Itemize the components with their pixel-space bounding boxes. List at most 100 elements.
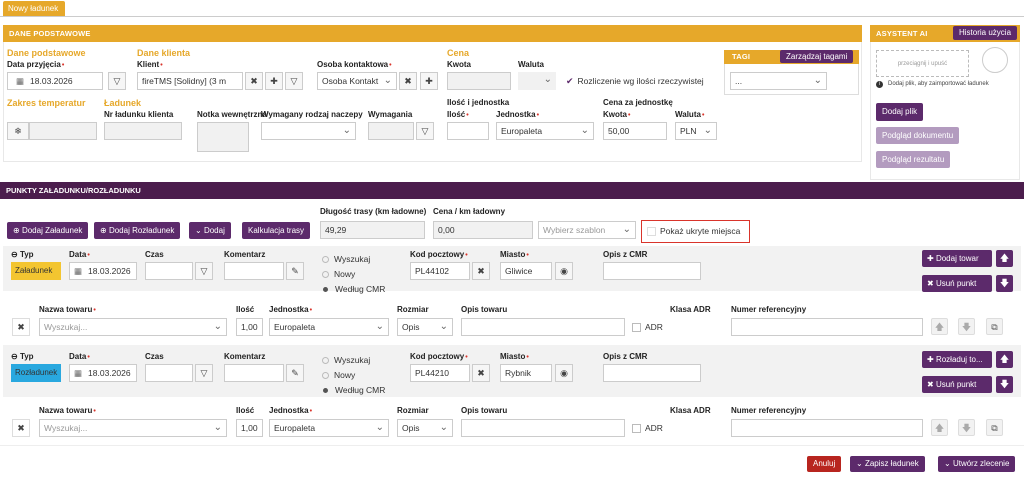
radio-by-cmr[interactable]: Według CMR (322, 284, 385, 294)
goods-name-select[interactable]: Wyszukaj... ⌄ (39, 419, 227, 437)
route-calc-button[interactable]: Kalkulacja trasy (242, 222, 311, 239)
cancel-button[interactable]: Anuluj (807, 456, 842, 472)
ref-no-input[interactable] (731, 419, 923, 437)
copy-goods-button[interactable]: ⧉ (986, 419, 1003, 436)
contact-clear-button[interactable]: ✖ (399, 72, 417, 90)
move-up-button[interactable]: 🡅 (996, 351, 1013, 368)
contact-add-button[interactable]: ✚ (420, 72, 438, 90)
history-button[interactable]: Historia użycia (953, 26, 1018, 40)
template-select[interactable]: Wybierz szablon ⌄ (538, 221, 636, 239)
goods-qty-input[interactable]: 1,00 (236, 419, 263, 437)
tags-select[interactable]: ... ⌄ (730, 72, 827, 90)
client-filter-button[interactable]: ▽ (285, 72, 303, 90)
locate-button[interactable]: ◉ (555, 262, 573, 280)
time-filter-button[interactable]: ▽ (195, 364, 213, 382)
cmr-desc-input[interactable] (603, 364, 701, 382)
create-order-button[interactable]: ⌄ Utwórz zlecenie (938, 456, 1016, 472)
goods-up-button[interactable]: 🡅 (931, 419, 948, 436)
time-filter-button[interactable]: ▽ (195, 262, 213, 280)
unit-select[interactable]: Europaleta ⌄ (496, 122, 594, 140)
postal-clear-button[interactable]: ✖ (472, 262, 490, 280)
manage-tags-button[interactable]: Zarządzaj tagami (780, 50, 854, 63)
currency-select[interactable]: ⌄ (518, 72, 556, 90)
radio-search[interactable]: Wyszukaj (322, 355, 370, 365)
cmr-desc-input[interactable] (603, 262, 701, 280)
price-km-input[interactable]: 0,00 (433, 221, 533, 239)
unit-currency-select[interactable]: PLN ⌄ (675, 122, 717, 140)
goods-size-select[interactable]: Opis ⌄ (397, 318, 453, 336)
radio-new[interactable]: Nowy (322, 269, 355, 279)
internal-note-input[interactable] (197, 122, 249, 152)
stop-time-input[interactable] (145, 262, 193, 280)
temp-input[interactable] (29, 122, 97, 140)
move-down-button[interactable]: 🡇 (996, 275, 1013, 292)
preview-document-button[interactable]: Podgląd dokumentu (876, 127, 960, 144)
adr-checkbox[interactable]: ADR (632, 322, 663, 333)
remove-goods-button[interactable]: ✖ (12, 318, 30, 336)
postal-input[interactable]: PL44102 (410, 262, 470, 280)
client-no-input[interactable] (104, 122, 182, 140)
file-dropzone[interactable]: przeciągnij i upuść (876, 50, 969, 77)
radio-search[interactable]: Wyszukaj (322, 254, 370, 264)
goods-unit-label: Jednostka• (269, 305, 313, 314)
show-hidden-checkbox[interactable]: Pokaż ukryte miejsca (641, 220, 750, 243)
add-file-button[interactable]: Dodaj plik (876, 103, 924, 121)
requirements-input[interactable] (368, 122, 414, 140)
stop-comment-input[interactable] (224, 262, 284, 280)
goods-name-select[interactable]: Wyszukaj... ⌄ (39, 318, 227, 336)
goods-desc-input[interactable] (461, 318, 625, 336)
stop-time-input[interactable] (145, 364, 193, 382)
client-add-button[interactable]: ✚ (265, 72, 283, 90)
add-dropdown-button[interactable]: ⌄ Dodaj (189, 222, 231, 239)
ref-no-input[interactable] (731, 318, 923, 336)
tab-new-load[interactable]: Nowy ładunek (3, 1, 65, 16)
goods-unit-select[interactable]: Europaleta ⌄ (269, 419, 389, 437)
locate-button[interactable]: ◉ (555, 364, 573, 382)
unload-goods-button[interactable]: ✚ Rozładuj to... (922, 351, 992, 368)
temp-icon-button[interactable]: ❄ (7, 122, 29, 140)
add-goods-button[interactable]: ✚ Dodaj towar (922, 250, 992, 267)
adr-checkbox[interactable]: ADR (632, 423, 663, 434)
move-up-button[interactable]: 🡅 (996, 250, 1013, 267)
qty-input[interactable] (447, 122, 489, 140)
copy-goods-button[interactable]: ⧉ (986, 318, 1003, 335)
stop-comment-input[interactable] (224, 364, 284, 382)
goods-unit-select[interactable]: Europaleta ⌄ (269, 318, 389, 336)
client-clear-button[interactable]: ✖ (245, 72, 263, 90)
contact-select[interactable]: Osoba Kontakt ⌄ (317, 72, 397, 90)
remove-goods-button[interactable]: ✖ (12, 419, 30, 437)
route-length-input[interactable]: 49,29 (320, 221, 425, 239)
city-input[interactable]: Rybnik (500, 364, 552, 382)
settle-checkbox[interactable]: ✔ Rozliczenie wg ilości rzeczywistej (566, 76, 704, 87)
goods-up-button[interactable]: 🡅 (931, 318, 948, 335)
preview-result-button[interactable]: Podgląd rezultatu (876, 151, 951, 168)
goods-qty-input[interactable]: 1,00 (236, 318, 263, 336)
requirements-filter-button[interactable]: ▽ (416, 122, 434, 140)
radio-new[interactable]: Nowy (322, 370, 355, 380)
goods-down-button[interactable]: 🡇 (958, 318, 975, 335)
stop-date-input[interactable]: ▦ 18.03.2026 (69, 262, 137, 280)
edit-comment-button[interactable]: ✎ (286, 364, 304, 382)
radio-by-cmr[interactable]: Według CMR (322, 385, 385, 395)
client-input[interactable]: fireTMS [Solidny] (3 m (137, 72, 243, 90)
move-down-button[interactable]: 🡇 (996, 376, 1013, 393)
remove-point-button[interactable]: ✖ Usuń punkt (922, 275, 992, 292)
remove-point-button[interactable]: ✖ Usuń punkt (922, 376, 992, 393)
date-input[interactable]: ▦ 18.03.2026 (7, 72, 103, 90)
postal-clear-button[interactable]: ✖ (472, 364, 490, 382)
add-unloading-button[interactable]: ⊕ Dodaj Rozładunek (94, 222, 181, 239)
postal-input[interactable]: PL44210 (410, 364, 470, 382)
stop-date-input[interactable]: ▦ 18.03.2026 (69, 364, 137, 382)
unit-amount-input[interactable]: 50,00 (603, 122, 667, 140)
amount-input[interactable] (447, 72, 511, 90)
city-input[interactable]: Gliwice (500, 262, 552, 280)
save-load-button[interactable]: ⌄ Zapisz ładunek (850, 456, 925, 472)
goods-down-button[interactable]: 🡇 (958, 419, 975, 436)
goods-size-select[interactable]: Opis ⌄ (397, 419, 453, 437)
goods-desc-input[interactable] (461, 419, 625, 437)
date-filter-button[interactable]: ▽ (108, 72, 126, 90)
plus-icon: ✚ (927, 254, 936, 263)
edit-comment-button[interactable]: ✎ (286, 262, 304, 280)
add-loading-button[interactable]: ⊕ Dodaj Załadunek (7, 222, 89, 239)
trailer-select[interactable]: ⌄ (261, 122, 356, 140)
